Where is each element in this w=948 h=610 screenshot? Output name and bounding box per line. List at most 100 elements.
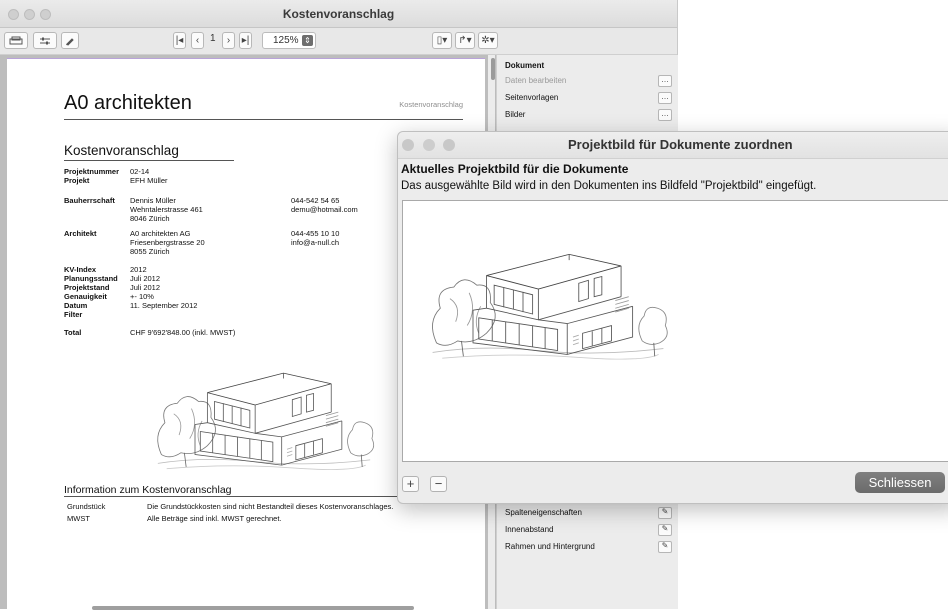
page-header-label: Kostenvoranschlag bbox=[399, 100, 463, 109]
project-image-dialog: Projektbild für Dokumente zuordnen Aktue… bbox=[397, 131, 948, 504]
dialog-close-dot[interactable] bbox=[402, 139, 414, 151]
first-page-button[interactable]: |◂ bbox=[173, 32, 186, 49]
stepper-icon: ⇕ bbox=[302, 35, 313, 46]
daten-bearbeiten-label: Daten bearbeiten bbox=[505, 76, 567, 85]
project-image-print bbox=[157, 372, 375, 470]
bauherrschaft-street: Wehntalerstrasse 461 bbox=[130, 205, 203, 214]
mwst-label: MWST bbox=[67, 514, 90, 523]
architekt-phone: 044-455 10 10 bbox=[291, 229, 340, 238]
seitenvorlagen-label: Seitenvorlagen bbox=[505, 93, 559, 102]
dialog-titlebar: Projektbild für Dokumente zuordnen bbox=[398, 132, 948, 159]
spalteneigenschaften-label: Spalteneigenschaften bbox=[505, 508, 582, 517]
datum-label: Datum bbox=[64, 301, 88, 310]
pencil-icon: ✎ bbox=[661, 524, 669, 533]
genauigkeit-label: Genauigkeit bbox=[64, 292, 107, 301]
kv-index-value: 2012 bbox=[130, 265, 147, 274]
architekt-city: 8055 Zürich bbox=[130, 247, 170, 256]
bauherrschaft-phone: 044-542 54 65 bbox=[291, 196, 340, 205]
bauherrschaft-email: demu@hotmail.com bbox=[291, 205, 358, 214]
projekt-label: Projekt bbox=[64, 176, 90, 185]
mwst-text: Alle Beträge sind inkl. MWST gerechnet. bbox=[147, 514, 282, 523]
dialog-heading: Aktuelles Projektbild für die Dokumente bbox=[401, 162, 629, 176]
horizontal-scrollbar[interactable] bbox=[92, 606, 414, 610]
bauherrschaft-label: Bauherrschaft bbox=[64, 196, 115, 205]
zoom-value: 125% bbox=[273, 35, 299, 46]
grundstueck-text: Die Grundstückkosten sind nicht Bestandt… bbox=[147, 502, 394, 511]
prev-page-button[interactable]: ‹ bbox=[191, 32, 204, 49]
pencil-icon: ✎ bbox=[661, 507, 669, 516]
projektstand-value: Juli 2012 bbox=[130, 283, 161, 292]
spalteneigenschaften-button[interactable]: ✎ bbox=[658, 507, 672, 519]
projektnummer-value: 02-14 bbox=[130, 167, 150, 176]
page-number: 1 bbox=[210, 33, 216, 44]
title-divider bbox=[64, 160, 234, 161]
panel-section-title: Dokument bbox=[505, 61, 545, 70]
company-logo-text: A0 architekten bbox=[64, 92, 192, 114]
architekt-name: A0 architekten AG bbox=[130, 229, 191, 238]
printer-icon bbox=[9, 36, 23, 44]
header-divider bbox=[64, 119, 463, 120]
project-image bbox=[432, 253, 668, 360]
document-title: Kostenvoranschlag bbox=[64, 143, 179, 158]
innenabstand-button[interactable]: ✎ bbox=[658, 524, 672, 536]
rahmen-label: Rahmen und Hintergrund bbox=[505, 542, 595, 551]
projektnummer-label: Projektnummer bbox=[64, 167, 120, 176]
window-title: Kostenvoranschlag bbox=[282, 7, 395, 21]
sliders-icon bbox=[40, 37, 50, 44]
ellipsis-icon: … bbox=[661, 109, 669, 118]
first-page-icon: |◂ bbox=[175, 35, 184, 46]
chevron-left-icon: ‹ bbox=[195, 35, 200, 46]
total-label: Total bbox=[64, 328, 82, 337]
bauherrschaft-name: Dennis Müller bbox=[130, 196, 176, 205]
bauherrschaft-city: 8046 Zürich bbox=[130, 214, 170, 223]
architekt-email: info@a-null.ch bbox=[291, 238, 340, 247]
pencil-icon bbox=[66, 37, 74, 46]
genauigkeit-value: +- 10% bbox=[130, 292, 154, 301]
chevron-right-icon: › bbox=[226, 35, 231, 46]
seitenvorlagen-button[interactable]: … bbox=[658, 92, 672, 104]
ellipsis-icon: … bbox=[661, 75, 669, 84]
planungsstand-value: Juli 2012 bbox=[130, 274, 161, 283]
window-titlebar: Kostenvoranschlag bbox=[0, 0, 677, 28]
toolbar: |◂ ‹ 1 › ▸| 125% ⇕ ▯▾ ↱▾ ✲▾ bbox=[0, 28, 677, 55]
datum-value: 11. September 2012 bbox=[130, 301, 198, 310]
innenabstand-label: Innenabstand bbox=[505, 525, 554, 534]
rahmen-button[interactable]: ✎ bbox=[658, 541, 672, 553]
dialog-zoom-dot[interactable] bbox=[443, 139, 455, 151]
settings-button[interactable] bbox=[33, 32, 57, 49]
close-button[interactable]: Schliessen bbox=[855, 472, 945, 493]
info-title: Information zum Kostenvoranschlag bbox=[64, 484, 232, 496]
last-page-button[interactable]: ▸| bbox=[239, 32, 252, 49]
daten-bearbeiten-button[interactable]: … bbox=[658, 75, 672, 87]
gear-icon: ✲▾ bbox=[481, 35, 495, 46]
ellipsis-icon: … bbox=[661, 92, 669, 101]
share-arrow-icon: ↱▾ bbox=[458, 35, 472, 46]
last-page-icon: ▸| bbox=[241, 35, 250, 46]
zoom-select[interactable]: 125% ⇕ bbox=[262, 32, 316, 49]
bilder-button[interactable]: … bbox=[658, 109, 672, 121]
architekt-label: Architekt bbox=[64, 229, 97, 238]
export-button[interactable]: ▯▾ bbox=[432, 32, 452, 49]
total-value: CHF 9'692'848.00 (inkl. MWST) bbox=[130, 328, 236, 337]
print-button[interactable] bbox=[4, 32, 28, 49]
grundstueck-label: Grundstück bbox=[67, 502, 106, 511]
filter-label: Filter bbox=[64, 310, 83, 319]
projektstand-label: Projektstand bbox=[64, 283, 110, 292]
document-icon: ▯▾ bbox=[436, 35, 448, 46]
architekt-street: Friesenbergstrasse 20 bbox=[130, 238, 205, 247]
edit-button[interactable] bbox=[61, 32, 79, 49]
dialog-minimize-dot[interactable] bbox=[423, 139, 435, 151]
dialog-description: Das ausgewählte Bild wird in den Dokumen… bbox=[401, 180, 817, 192]
projekt-value: EFH Müller bbox=[130, 176, 168, 185]
share-button[interactable]: ↱▾ bbox=[455, 32, 475, 49]
bilder-label: Bilder bbox=[505, 110, 526, 119]
remove-image-button[interactable]: − bbox=[430, 476, 447, 492]
panel-resize-handle[interactable] bbox=[491, 58, 495, 80]
kv-index-label: KV-Index bbox=[64, 265, 97, 274]
next-page-button[interactable]: › bbox=[222, 32, 235, 49]
add-image-button[interactable]: + bbox=[402, 476, 419, 492]
planungsstand-label: Planungsstand bbox=[64, 274, 118, 283]
pencil-icon: ✎ bbox=[661, 541, 669, 550]
gear-menu-button[interactable]: ✲▾ bbox=[478, 32, 498, 49]
image-well[interactable] bbox=[402, 200, 948, 462]
